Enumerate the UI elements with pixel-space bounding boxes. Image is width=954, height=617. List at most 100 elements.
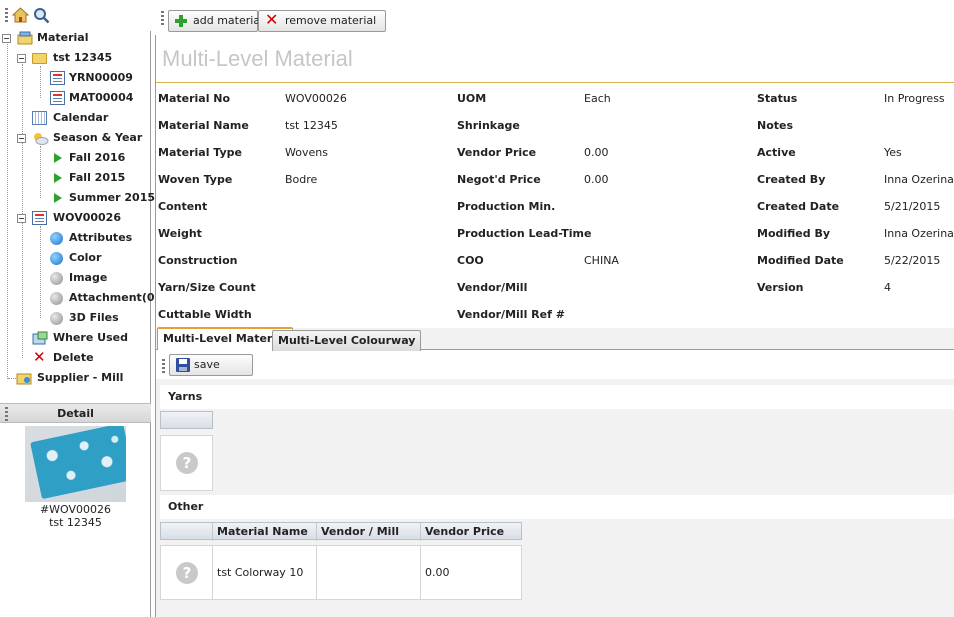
left-toolbar <box>0 0 151 31</box>
save-label: save <box>194 358 220 371</box>
plus-icon <box>175 15 187 27</box>
field-label: Production Min. <box>457 200 556 213</box>
material-doc-icon <box>50 91 65 105</box>
grey-circle-icon <box>50 272 63 285</box>
field-value: Inna Ozerina <box>884 173 954 186</box>
add-material-label: add material <box>193 14 264 27</box>
field-label: Version <box>757 281 804 294</box>
tree-item-fall-2016[interactable]: Fall 2016 <box>0 148 151 168</box>
tree-item-3d-files[interactable]: 3D Files <box>0 308 151 328</box>
tree-item-delete[interactable]: ✕ Delete <box>0 348 151 368</box>
other-section-title: Other <box>160 495 954 519</box>
fabric-swatch-image <box>30 426 126 500</box>
tree-item-where-used[interactable]: Where Used <box>0 328 151 348</box>
field-value: In Progress <box>884 92 945 105</box>
tree-label: Attachment(0) <box>69 291 160 304</box>
tree-item-calendar[interactable]: Calendar <box>0 108 151 128</box>
question-icon: ? <box>176 562 198 584</box>
field-label: Status <box>757 92 798 105</box>
left-panel: − Material − tst 12345 YRN00009 MAT00004… <box>0 0 160 617</box>
field-value: Wovens <box>285 146 328 159</box>
tree-label: Attributes <box>69 231 133 244</box>
play-icon <box>54 193 62 203</box>
folder-icon <box>32 53 47 64</box>
thumbnail-name: tst 12345 <box>49 516 102 529</box>
search-icon[interactable] <box>33 7 50 24</box>
question-icon: ? <box>176 452 198 474</box>
tree-label: Color <box>69 251 102 264</box>
tree-label: Season & Year <box>53 131 143 144</box>
tree-item-season-year[interactable]: − Season & Year <box>0 128 151 148</box>
field-value: Inna Ozerina <box>884 227 954 240</box>
toolbar-grip[interactable] <box>161 11 164 25</box>
remove-material-button[interactable]: ✕ remove material <box>258 10 386 32</box>
delete-x-icon: ✕ <box>33 348 46 366</box>
field-label: Yarn/Size Count <box>158 281 256 294</box>
field-value: Bodre <box>285 173 318 186</box>
column-header-vendor-mill[interactable]: Vendor / Mill <box>316 523 420 541</box>
tree-label: Delete <box>53 351 94 364</box>
tree-item-attachment[interactable]: Attachment(0) <box>0 288 160 308</box>
title-divider <box>156 82 954 83</box>
tree-item-material[interactable]: − Material <box>0 28 151 48</box>
tree-item-image[interactable]: Image <box>0 268 151 288</box>
home-icon[interactable] <box>11 7 30 24</box>
tree-item-mat00004[interactable]: MAT00004 <box>0 88 151 108</box>
toolbar-grip[interactable] <box>5 8 8 22</box>
thumbnail-id: #WOV00026 <box>39 503 112 516</box>
material-thumbnail[interactable] <box>25 426 126 502</box>
field-value: 0.00 <box>584 173 609 186</box>
supplier-folder-icon <box>16 371 32 385</box>
tree-label: Where Used <box>53 331 128 344</box>
collapse-toggle[interactable]: − <box>17 54 26 63</box>
collapse-toggle[interactable]: − <box>17 134 26 143</box>
collapse-toggle[interactable]: − <box>2 34 11 43</box>
tree-item-summer-2015[interactable]: Summer 2015 <box>0 188 155 208</box>
tree-label: 3D Files <box>69 311 119 324</box>
tree-item-supplier-mill[interactable]: Supplier - Mill <box>0 368 151 388</box>
column-header-vendor-price[interactable]: Vendor Price <box>420 523 522 541</box>
field-label: Material Name <box>158 119 249 132</box>
add-material-button[interactable]: add material <box>168 10 263 32</box>
tree-item-yrn00009[interactable]: YRN00009 <box>0 68 151 88</box>
field-label: Created Date <box>757 200 840 213</box>
field-label: UOM <box>457 92 487 105</box>
blue-circle-icon <box>50 252 63 265</box>
field-label: Vendor Price <box>457 146 537 159</box>
save-button[interactable]: save <box>169 354 253 376</box>
where-used-icon <box>32 331 48 345</box>
field-label: Vendor/Mill <box>457 281 528 294</box>
toolbar-grip[interactable] <box>162 359 165 373</box>
tree-item-wov00026[interactable]: − WOV00026 <box>0 208 151 228</box>
table-row[interactable]: ? tst Colorway 10 0.00 <box>160 545 522 600</box>
detail-title: Detail <box>57 407 94 420</box>
cell-vendor-price: 0.00 <box>420 546 522 599</box>
tree-item-color[interactable]: Color <box>0 248 151 268</box>
thumbnail-caption: #WOV00026 tst 12345 <box>0 503 151 529</box>
field-value: Each <box>584 92 611 105</box>
detail-grip[interactable] <box>5 407 8 421</box>
calendar-icon <box>32 111 47 125</box>
play-icon <box>54 173 62 183</box>
tree-item-tst-12345[interactable]: − tst 12345 <box>0 48 151 68</box>
field-value: 5/21/2015 <box>884 200 941 213</box>
yarns-section-title: Yarns <box>160 385 954 409</box>
field-label: Content <box>158 200 208 213</box>
field-value: 0.00 <box>584 146 609 159</box>
collapse-toggle[interactable]: − <box>17 214 26 223</box>
field-label: Active <box>757 146 796 159</box>
yarns-grid-row[interactable]: ? <box>160 435 213 491</box>
column-header-material-name[interactable]: Material Name <box>212 523 316 541</box>
tree-item-fall-2015[interactable]: Fall 2015 <box>0 168 151 188</box>
remove-material-label: remove material <box>285 14 377 27</box>
tree-label: Calendar <box>53 111 109 124</box>
material-doc-icon <box>50 71 65 85</box>
tab-multi-level-colourway[interactable]: Multi-Level Colourway <box>272 330 422 351</box>
grey-circle-icon <box>50 292 63 305</box>
field-value: Yes <box>884 146 902 159</box>
tree-label: WOV00026 <box>53 211 121 224</box>
field-label: Material No <box>158 92 231 105</box>
tree-label: Material <box>37 31 89 44</box>
tree-item-attributes[interactable]: Attributes <box>0 228 151 248</box>
save-icon <box>176 358 190 372</box>
